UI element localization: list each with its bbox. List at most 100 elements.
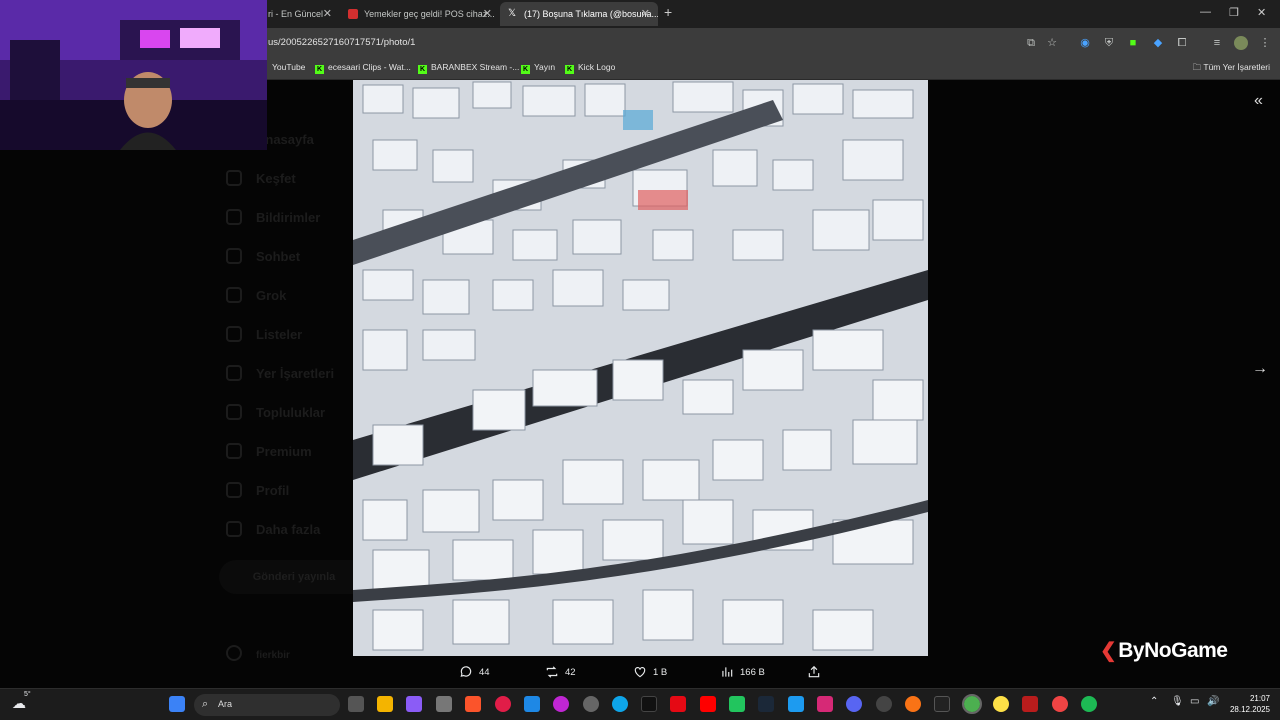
steam-icon[interactable] [758,696,774,712]
app-icon[interactable] [729,696,745,712]
tab-3-active[interactable]: 𝕏 (17) Boşuna Tıklama (@bosuna... ✕ [500,2,658,26]
stream-watermark: ❮ ByNoGame [1100,638,1228,663]
app-icon[interactable] [905,696,921,712]
task-view-icon[interactable] [348,696,364,712]
speedometer-icon[interactable] [876,696,892,712]
post-button: Gönderi yayınla [219,560,369,594]
reply-button[interactable]: 44 [459,665,490,679]
close-icon[interactable]: ✕ [483,2,492,26]
reply-count: 44 [479,666,490,678]
chrome-icon[interactable] [962,694,982,714]
nav-more: Daha fazla [226,521,320,537]
nav-profile: Profil [226,482,289,498]
bookmark-kick-logo[interactable]: K Kick Logo [565,62,615,74]
network-icon[interactable]: ▭ [1190,696,1199,707]
kick-icon: K [521,65,530,74]
search-icon: ⌕ [202,698,209,710]
volume-icon[interactable]: 🔊 [1207,696,1219,707]
view-count: 166 B [740,666,765,678]
tab-2[interactable]: Yemekler geç geldi! POS cihaz... ✕ [340,2,500,26]
all-bookmarks-label: Tüm Yer İşaretleri [1203,62,1270,72]
bookmark-baranbex[interactable]: K BARANBEX Stream -... [418,62,519,74]
search-placeholder: Ara [218,699,233,709]
share-button[interactable] [807,665,821,679]
bookmark-youtube[interactable]: YouTube [272,62,305,72]
tab-2-title: Yemekler geç geldi! POS cihaz... [364,9,495,19]
epic-games-icon[interactable] [934,696,950,712]
extension-icon[interactable]: ◆ [1151,36,1165,50]
tweet-actions-bar: 44 42 1 B 166 B [0,665,1280,685]
repost-icon [546,666,558,678]
next-photo-arrow-icon[interactable]: → [1252,360,1268,378]
instagram-icon[interactable] [817,696,833,712]
window-close-icon[interactable]: ✕ [1257,6,1266,19]
edge-icon[interactable] [612,696,628,712]
file-explorer-icon[interactable] [377,696,393,712]
collapse-panel-icon[interactable]: « [1254,92,1263,110]
install-app-icon[interactable]: ⧉ [1024,36,1038,50]
bookmark-ecesaari[interactable]: Kecesaari Clips - Wat... [315,62,411,74]
app-icon[interactable] [436,696,452,712]
nav-bookmarks: Yer İşaretleri [226,365,334,381]
bookmark-star-icon[interactable]: ☆ [1045,36,1059,50]
twitter-icon[interactable] [788,696,804,712]
profile-avatar[interactable] [1234,36,1248,50]
nav-lists: Listeler [226,326,302,342]
start-windows-icon[interactable] [169,696,185,712]
views-chart-icon [722,667,733,677]
discord-icon[interactable] [846,696,862,712]
menu-icon[interactable]: ⋮ [1258,36,1272,50]
all-bookmarks-folder[interactable]: 🗀 Tüm Yer İşaretleri [1193,62,1270,76]
opera-icon[interactable] [495,696,511,712]
brave-icon[interactable] [465,696,481,712]
chrome-alt-icon[interactable] [583,696,599,712]
close-icon[interactable]: ✕ [323,2,332,26]
tab-1-title: ri - En Güncel [268,9,324,19]
bynogame-logo-icon: ❮ [1100,640,1117,662]
like-count: 1 B [653,666,668,678]
windows-taskbar: ☁ 5° ⌕ Ara ⌃ 🎙 ▭ 🔊 21:07 28.12.2025 [0,688,1280,720]
repost-count: 42 [565,666,576,678]
store-icon[interactable] [524,696,540,712]
tweet-photo[interactable] [353,80,928,656]
chevron-up-icon[interactable]: ⌃ [1150,696,1158,707]
kick-icon: K [418,65,427,74]
copilot-icon[interactable] [406,696,422,712]
puzzle-icon[interactable]: ⧠ [1175,36,1189,50]
media-player-icon[interactable] [553,696,569,712]
bookmark-label: Yayın [534,62,556,72]
youtube-icon[interactable] [700,696,716,712]
shield-extension-icon[interactable]: ⛨ [1102,36,1116,50]
taskbar-search[interactable]: ⌕ Ara [194,694,340,716]
extension-icon[interactable]: ◉ [1078,36,1092,50]
nav-explore: Keşfet [226,170,296,186]
reply-icon [460,666,472,677]
spotify-icon[interactable] [1081,696,1097,712]
tab-search-icon[interactable]: ≡ [1210,36,1224,50]
snapchat-icon[interactable] [993,696,1009,712]
weather-temp: 5° [24,691,31,698]
mcafee-icon[interactable] [1022,696,1038,712]
heart-icon [634,667,646,678]
bookmark-yayin[interactable]: K Yayın [521,62,555,74]
minimize-icon[interactable]: — [1200,6,1211,18]
restore-icon[interactable]: ❐ [1229,6,1239,19]
yandex-icon[interactable] [1052,696,1068,712]
kick-extension-icon[interactable]: ■ [1126,36,1140,50]
new-tab-button[interactable]: + [664,4,678,20]
netflix-icon[interactable] [670,696,686,712]
close-icon[interactable]: ✕ [641,2,650,26]
webcam-image [0,0,267,150]
address-bar[interactable]: us/2005226527160717571/photo/1 [268,37,415,48]
tiktok-icon[interactable] [641,696,657,712]
microphone-icon[interactable]: 🎙 [1171,696,1184,707]
nav-chat: Sohbet [226,248,300,264]
views-button[interactable]: 166 B [720,665,765,679]
system-clock[interactable]: 21:07 28.12.2025 [1230,693,1270,715]
tab-1[interactable]: ri - En Güncel ✕ [262,2,340,26]
photo-viewer: Anasayfa Keşfet Bildirimler Sohbet Grok … [0,80,1280,688]
like-button[interactable]: 1 B [633,665,667,679]
bookmark-label: YouTube [272,62,306,72]
bookmark-label: ecesaari Clips - Wat... [328,62,411,72]
repost-button[interactable]: 42 [545,665,576,679]
